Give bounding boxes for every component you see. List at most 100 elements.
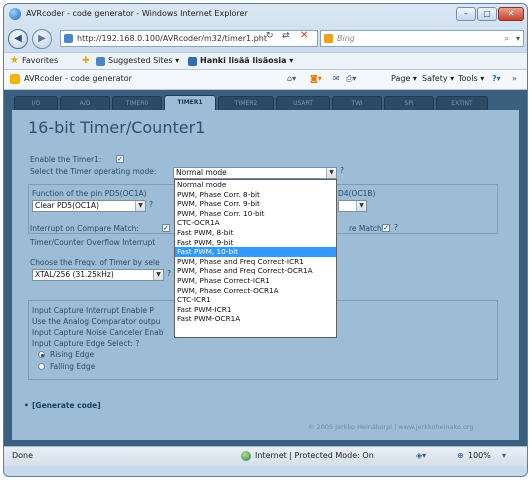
tab-title[interactable]: AVRcoder - code generator <box>24 70 132 88</box>
favorites-star-icon: ★ <box>10 55 19 66</box>
url-text: http://192.168.0.100/AVRcoder/m32/timer1… <box>77 34 267 43</box>
tab-timer0[interactable]: TIMER0 <box>112 96 162 110</box>
suggested-sites-icon <box>96 57 105 66</box>
mode-option[interactable]: CTC-OCR1A <box>175 218 336 228</box>
module-tabs: I/O A/D TIMER0 TIMER1 TIMER2 USART TWI S… <box>14 95 514 111</box>
add-favorite-icon[interactable]: ✚ <box>82 53 90 69</box>
mode-option[interactable]: Fast PWM, 9-bit <box>175 238 336 248</box>
prescaler-help[interactable]: ? <box>167 269 171 278</box>
generate-code-link[interactable]: [Generate code] <box>32 401 101 410</box>
mode-option[interactable]: Normal mode <box>175 180 336 190</box>
safety-menu[interactable]: Safety ▾ <box>422 70 454 88</box>
search-icon[interactable]: ⌕ <box>505 31 509 46</box>
mode-option[interactable]: Fast PWM, 10-bit <box>175 247 336 257</box>
falling-edge-radio[interactable] <box>38 363 45 370</box>
ic-interrupt-label: Input Capture Interrupt Enable P <box>32 306 154 315</box>
oc1a-function-select[interactable]: Clear PD5(OC1A) ▼ <box>32 200 146 212</box>
more-icon[interactable]: » <box>512 70 517 88</box>
bullet: • <box>24 401 29 410</box>
chevron-down-icon: ▼ <box>153 270 163 280</box>
mode-option[interactable]: PWM, Phase Corr. 8-bit <box>175 190 336 200</box>
command-bar: AVRcoder - code generator ⌂▾ ◙▾ ✉ ⎙▾ Pag… <box>4 70 527 90</box>
ie-logo-icon <box>9 8 21 20</box>
compare-interrupt-a-label: Interrupt on Compare Match: <box>30 224 139 233</box>
operating-mode-value: Normal mode <box>176 168 227 177</box>
tab-usart[interactable]: USART <box>276 96 330 110</box>
help-icon[interactable]: ?▾ <box>492 70 501 88</box>
home-icon[interactable]: ⌂▾ <box>287 70 296 88</box>
operating-mode-options[interactable]: Normal mode PWM, Phase Corr. 8-bit PWM, Ph… <box>174 179 337 338</box>
oc1a-function-label: Function of the pin PD5(OC1A) <box>32 189 147 198</box>
forward-arrow-icon[interactable]: ▶ <box>32 29 52 49</box>
compatibility-icon[interactable]: ⇄ <box>282 31 290 41</box>
compare-interrupt-b-checkbox[interactable]: ✓ <box>382 224 390 232</box>
browser-window: AVRcoder - code generator - Windows Inte… <box>3 3 528 477</box>
get-more-addons-link[interactable]: Hanki lisää lisäosia ▾ <box>200 53 293 69</box>
protected-mode-icon[interactable]: ◈▾ <box>416 447 426 465</box>
overflow-interrupt-label: Timer/Counter Overflow Interrupt <box>30 238 156 247</box>
favorites-button[interactable]: Favorites <box>22 53 58 69</box>
rising-edge-label: Rising Edge <box>50 350 95 359</box>
search-dropdown-icon[interactable]: ▾ <box>516 31 520 46</box>
page-menu[interactable]: Page ▾ <box>391 70 417 88</box>
tab-timer1[interactable]: TIMER1 <box>164 95 216 111</box>
mode-option[interactable]: PWM, Phase and Freq Correct-OCR1A <box>175 266 336 276</box>
enable-timer-checkbox[interactable]: ✓ <box>116 155 124 163</box>
zoom-level[interactable]: 100% <box>468 447 491 465</box>
security-zone[interactable]: Internet | Protected Mode: On <box>255 447 374 465</box>
operating-mode-help[interactable]: ? <box>340 166 344 175</box>
back-arrow-icon[interactable]: ◀ <box>8 29 28 49</box>
tab-twi[interactable]: TWI <box>332 96 382 110</box>
zoom-dropdown-icon[interactable]: ▾ <box>502 447 506 465</box>
favorites-bar: ★ Favorites ✚ Suggested Sites ▾ Hanki li… <box>4 52 527 70</box>
mode-option[interactable]: CTC-ICR1 <box>175 295 336 305</box>
mode-option[interactable]: PWM, Phase Corr. 9-bit <box>175 199 336 209</box>
mode-option[interactable]: PWM, Phase Correct-OCR1A <box>175 286 336 296</box>
tab-ad[interactable]: A/D <box>60 96 110 110</box>
title-bar: AVRcoder - code generator - Windows Inte… <box>4 4 527 26</box>
status-bar: Done Internet | Protected Mode: On ◈▾ ⊕ … <box>4 446 527 466</box>
maximize-button[interactable]: ▢ <box>477 7 497 21</box>
oc1a-function-help[interactable]: ? <box>149 200 153 209</box>
compare-interrupt-a-checkbox[interactable]: ✓ <box>162 224 170 232</box>
mode-option[interactable]: PWM, Phase Correct-ICR1 <box>175 276 336 286</box>
oc1a-function-value: Clear PD5(OC1A) <box>35 201 99 210</box>
tab-timer2[interactable]: TIMER2 <box>218 96 274 110</box>
site-tab-icon <box>10 74 20 84</box>
suggested-sites-link[interactable]: Suggested Sites ▾ <box>108 53 179 69</box>
tab-io[interactable]: I/O <box>14 96 58 110</box>
compare-interrupt-help[interactable]: ? <box>394 223 398 232</box>
status-text: Done <box>12 451 34 460</box>
addons-icon <box>188 57 197 66</box>
tab-spi[interactable]: SPI <box>384 96 434 110</box>
mail-icon[interactable]: ✉ <box>333 70 340 88</box>
oc1b-function-label: D4(OC1B) <box>338 189 376 198</box>
operating-mode-select[interactable]: Normal mode ▼ <box>173 167 337 179</box>
oc1b-function-select[interactable]: ▼ <box>338 200 367 212</box>
analog-comparator-label: Use the Analog Comparator outpu <box>32 317 161 326</box>
mode-option[interactable]: Fast PWM-ICR1 <box>175 305 336 315</box>
footer-credit: © 2005 Jerkko Heinäkorpi | www.jerkkohei… <box>308 423 474 431</box>
prescaler-select[interactable]: XTAL/256 (31.25kHz) ▼ <box>32 269 164 281</box>
tab-extint[interactable]: EXTINT <box>436 96 488 110</box>
mode-option[interactable]: Fast PWM-OCR1A <box>175 314 336 324</box>
chevron-down-icon: ▼ <box>356 201 366 211</box>
globe-icon <box>241 451 251 461</box>
minimize-button[interactable]: – <box>456 7 476 21</box>
mode-option[interactable]: PWM, Phase and Freq Correct-ICR1 <box>175 257 336 267</box>
feeds-icon[interactable]: ◙▾ <box>310 70 322 88</box>
mode-option[interactable]: Fast PWM, 8-bit <box>175 228 336 238</box>
rising-edge-radio[interactable] <box>38 351 45 358</box>
mode-option[interactable]: PWM, Phase Corr. 10-bit <box>175 209 336 219</box>
tools-menu[interactable]: Tools ▾ <box>458 70 484 88</box>
zoom-icon[interactable]: ⊕ <box>457 447 464 465</box>
stop-icon[interactable]: ✕ <box>300 30 308 41</box>
window-title: AVRcoder - code generator - Windows Inte… <box>26 9 248 18</box>
bing-icon <box>324 34 333 43</box>
page-title: 16-bit Timer/Counter1 <box>28 118 206 137</box>
search-input[interactable]: Bing ⌕ ▾ <box>320 30 524 47</box>
url-field[interactable]: http://192.168.0.100/AVRcoder/m32/timer1… <box>60 30 318 47</box>
close-button[interactable]: ✕ <box>498 7 524 21</box>
refresh-icon[interactable]: ↻ <box>266 31 274 41</box>
print-icon[interactable]: ⎙▾ <box>346 70 356 88</box>
